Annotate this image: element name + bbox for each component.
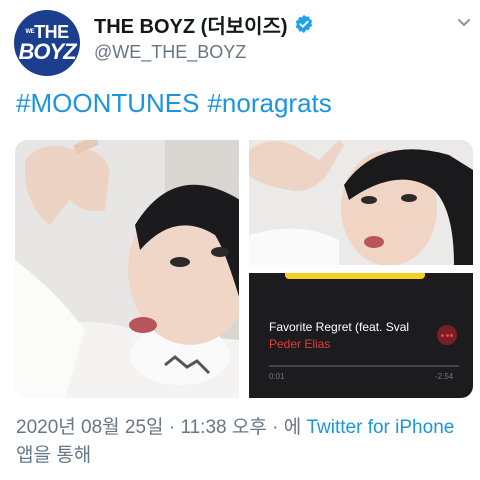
- avatar-logo-line2: BOYZ: [18, 39, 76, 64]
- remaining-time: -2:54: [435, 372, 454, 381]
- song-title: Favorite Regret (feat. Sval: [269, 320, 410, 334]
- photo-selfie-large[interactable]: [15, 140, 239, 398]
- account-handle[interactable]: @WE_THE_BOYZ: [94, 42, 246, 63]
- display-name[interactable]: THE BOYZ (더보이즈): [94, 10, 288, 39]
- tweet-meta: 2020년 08월 25일 · 11:38 오후 · 에 Twitter for…: [16, 414, 466, 470]
- verified-badge-icon: [295, 14, 312, 34]
- source-link[interactable]: Twitter for iPhone: [306, 417, 454, 438]
- tweet-date[interactable]: 2020년 08월 25일: [16, 417, 164, 438]
- photo-selfie-peace[interactable]: [249, 140, 473, 265]
- via-suffix: 앱을 통해: [16, 445, 92, 466]
- music-artwork-edge: [285, 273, 425, 279]
- separator: ·: [266, 417, 284, 438]
- chevron-down-icon[interactable]: [456, 14, 472, 30]
- song-artist: Peder Elias: [269, 337, 331, 351]
- hashtag-link[interactable]: #noragrats: [207, 88, 331, 118]
- music-player-screenshot[interactable]: Favorite Regret (feat. Sval Peder Elias …: [249, 273, 473, 398]
- media-grid: Favorite Regret (feat. Sval Peder Elias …: [15, 140, 473, 398]
- name-row: THE BOYZ (더보이즈): [94, 10, 314, 38]
- more-dots-icon: [437, 325, 457, 345]
- hashtag-link[interactable]: #MOONTUNES: [16, 88, 199, 118]
- tweet-time[interactable]: 11:38 오후: [180, 417, 266, 438]
- avatar[interactable]: WETHE BOYZ: [14, 10, 80, 76]
- progress-track: [269, 365, 459, 367]
- separator: ·: [163, 417, 181, 438]
- elapsed-time: 0:01: [269, 372, 285, 381]
- via-prefix: 에: [283, 417, 307, 438]
- tweet-text: #MOONTUNES #noragrats: [16, 88, 340, 119]
